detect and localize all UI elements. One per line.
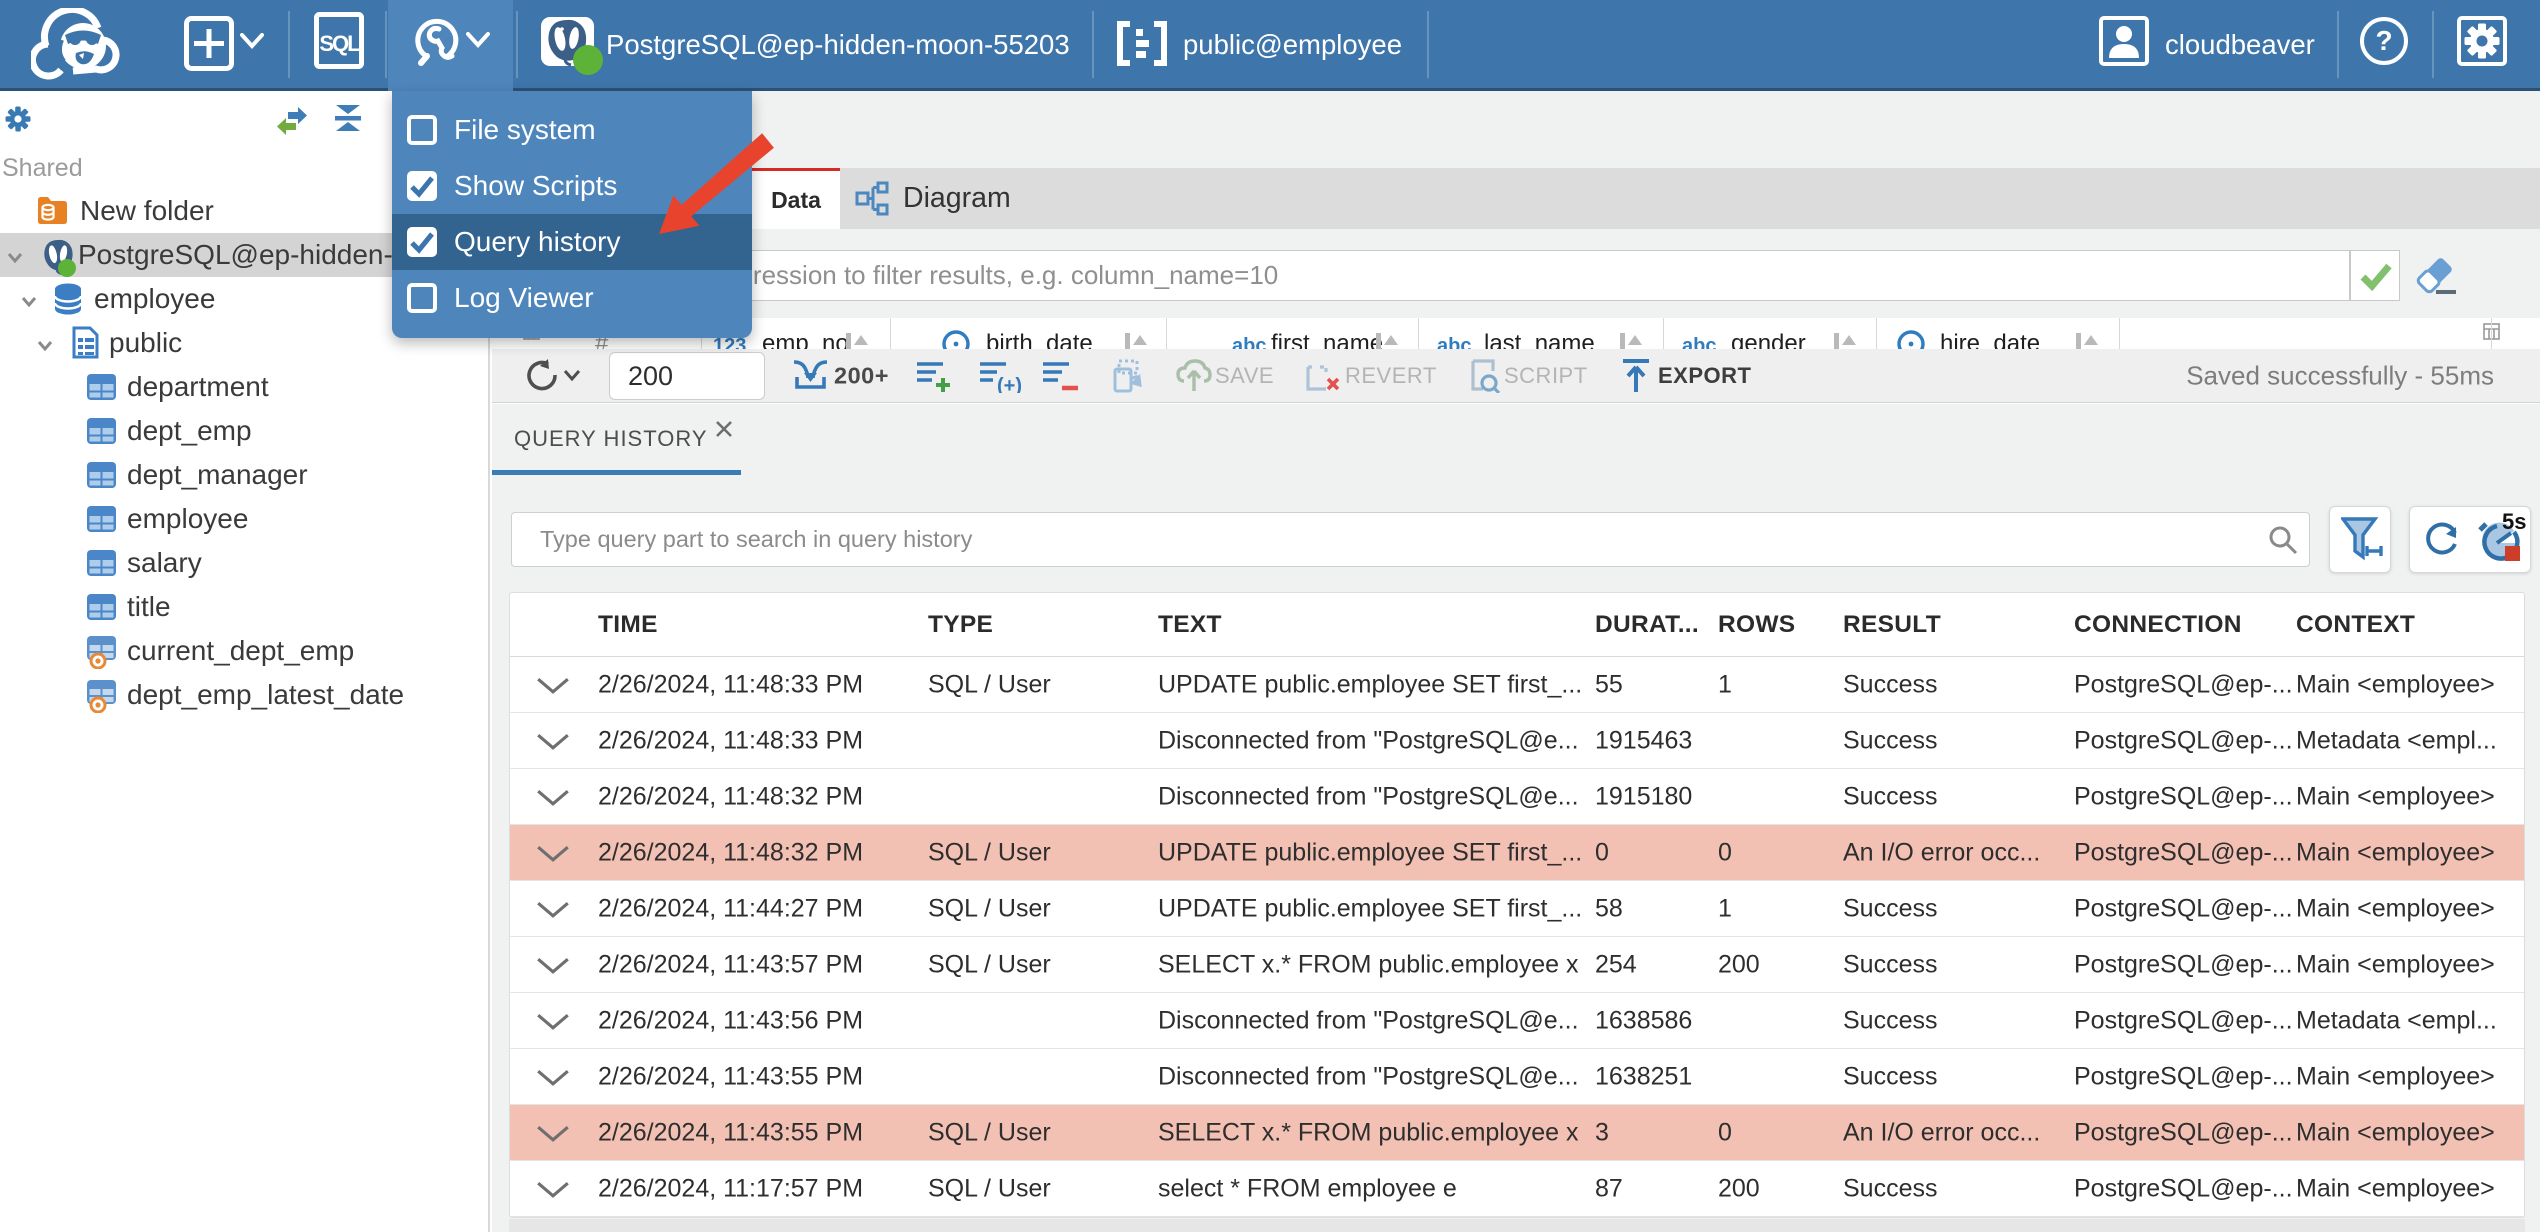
svg-text:?: ? [2375,25,2392,56]
svg-text:SQL: SQL [319,31,360,56]
svg-text:5s: 5s [2502,512,2526,534]
svg-text:(+): (+) [997,375,1022,393]
